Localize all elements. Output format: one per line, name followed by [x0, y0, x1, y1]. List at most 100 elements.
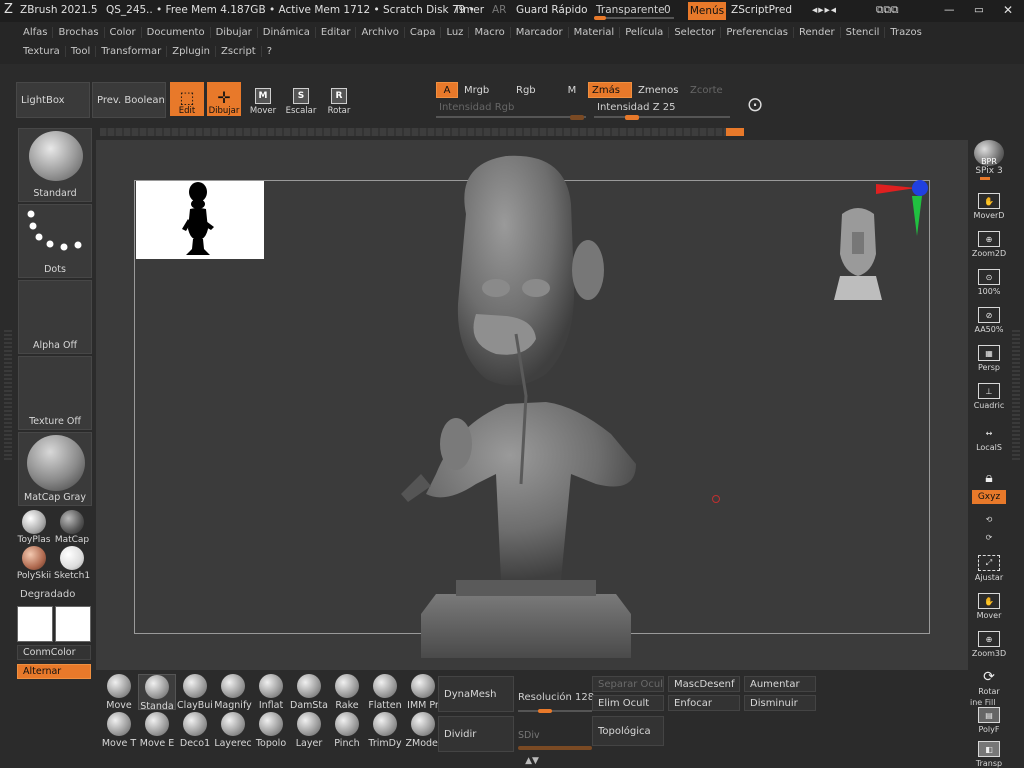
material-toyplastic[interactable]: ToyPlas [16, 508, 52, 545]
m-button[interactable]: M [560, 82, 584, 98]
transparency-button[interactable]: ◧ Transp [972, 734, 1006, 768]
zoom3d-button[interactable]: ⊕ Zoom3D [972, 624, 1006, 658]
close-icon[interactable]: ✕ [1003, 3, 1013, 17]
menu-item-zscript[interactable]: Zscript [215, 45, 261, 57]
brush-row2-1[interactable]: Move E [138, 712, 176, 748]
brush-row2-2[interactable]: Deco1 [176, 712, 214, 748]
brush-row2-3[interactable]: Layerec [214, 712, 252, 748]
maximize-icon[interactable]: ▭ [974, 4, 984, 16]
material-thumbnail[interactable]: MatCap Gray [18, 432, 92, 506]
edit-button[interactable]: ⬚ Edit [170, 82, 204, 116]
menu-item-luz[interactable]: Luz [440, 26, 468, 38]
split-hidden-button[interactable]: Separar Ocult [592, 676, 664, 692]
transparent-slider[interactable]: Transparente 0 [592, 2, 682, 20]
spix-slider[interactable]: SPix 3 [972, 166, 1006, 180]
lock-button[interactable]: 🔒︎ [972, 454, 1006, 488]
rotate-z-button[interactable]: ⟳ [972, 526, 1006, 542]
brush-thumbnail[interactable]: Standard [18, 128, 92, 202]
menu-item-color[interactable]: Color [103, 26, 141, 38]
menu-item-documento[interactable]: Documento [140, 26, 210, 38]
minimize-icon[interactable]: — [944, 4, 955, 16]
mask-unmask-button[interactable]: MascDesenf [668, 676, 740, 692]
menu-item-selector[interactable]: Selector [668, 26, 720, 38]
material-polyskin[interactable]: PolySkii [16, 544, 52, 581]
window-layout-icon[interactable]: ⧉⧉⧉ [876, 4, 899, 17]
secondary-color-swatch[interactable] [55, 606, 91, 642]
brush-row2-5[interactable]: Layer [290, 712, 328, 748]
floor-grid-button[interactable]: ⊥ Cuadric [972, 376, 1006, 410]
rgb-button[interactable]: Rgb [512, 82, 556, 98]
scroll-doc-button[interactable]: ✋ MoverD [972, 186, 1006, 220]
tray-toggle-icon[interactable]: ▲▼ [520, 756, 544, 766]
brush-row2-6[interactable]: Pinch [328, 712, 366, 748]
menu-item-archivo[interactable]: Archivo [355, 26, 403, 38]
lightbox-button[interactable]: LightBox [16, 82, 90, 118]
menu-item-macro[interactable]: Macro [468, 26, 509, 38]
brush-row2-8[interactable]: ZModel [404, 712, 442, 748]
zsub-button[interactable]: Zmenos [638, 82, 684, 98]
timeline-marker[interactable] [726, 128, 744, 136]
zcut-button[interactable]: Zcorte [690, 82, 730, 98]
left-tray-handle[interactable] [4, 330, 12, 460]
brush-row1-2[interactable]: ClayBui [176, 674, 214, 710]
a-button[interactable]: A [436, 82, 458, 98]
local-symmetry-button[interactable]: ↔ LocalS [972, 418, 1006, 453]
menus-button[interactable]: Menús [688, 2, 726, 20]
focus-button[interactable]: Enfocar [668, 695, 740, 711]
frame-button[interactable]: ⤢ Ajustar [972, 548, 1006, 582]
rotate-y-button[interactable]: ⟲ [972, 508, 1006, 524]
brush-row2-0[interactable]: Move T [100, 712, 138, 748]
spotlight-icon[interactable]: ⊙ [740, 92, 770, 122]
zoom2d-button[interactable]: ⊕ Zoom2D [972, 224, 1006, 258]
mrgb-button[interactable]: Mrgb [460, 82, 508, 98]
gxyz-button[interactable]: Gxyz [972, 490, 1006, 504]
aa-half-button[interactable]: ⊘ AA50% [972, 300, 1006, 334]
material-matcap[interactable]: MatCap [54, 508, 90, 545]
document-canvas[interactable] [96, 140, 968, 670]
menu-item-tool[interactable]: Tool [64, 45, 95, 57]
rotate-button[interactable]: R Rotar [322, 82, 356, 116]
quicksave-button[interactable]: Guard Rápido [516, 4, 588, 16]
rgb-intensity-slider[interactable]: Intensidad Rgb [436, 100, 586, 120]
layout-arrows-icon[interactable]: ◂▸▸◂ [812, 4, 837, 16]
menu-item-capa[interactable]: Capa [403, 26, 441, 38]
menu-item-textura[interactable]: Textura [18, 46, 65, 57]
menu-item-marcador[interactable]: Marcador [509, 26, 568, 38]
resolution-slider[interactable]: Resolución 128 [518, 692, 594, 713]
brush-row1-5[interactable]: DamSta [290, 674, 328, 710]
brush-row1-0[interactable]: Move [100, 674, 138, 710]
brush-row1-8[interactable]: IMM Pr [404, 674, 442, 710]
alpha-thumbnail[interactable]: Alpha Off [18, 280, 92, 354]
move3d-button[interactable]: ✋ Mover [972, 586, 1006, 620]
brush-row1-1[interactable]: Standa [138, 674, 176, 710]
stroke-thumbnail[interactable]: Dots [18, 204, 92, 278]
menu-item-editar[interactable]: Editar [314, 26, 356, 38]
menu-item-[interactable]: ? [260, 45, 277, 57]
dynamesh-button[interactable]: DynaMesh [438, 676, 514, 712]
switch-color-button[interactable]: Alternar [17, 664, 91, 679]
z-intensity-slider[interactable]: Intensidad Z 25 [594, 100, 730, 120]
menu-item-trazos[interactable]: Trazos [884, 26, 926, 38]
brush-row1-3[interactable]: Magnify [214, 674, 252, 710]
delete-hidden-button[interactable]: Elim Ocult [592, 695, 664, 711]
menu-item-alfas[interactable]: Alfas [18, 27, 52, 38]
menu-item-dibujar[interactable]: Dibujar [209, 26, 257, 38]
timeline-strip[interactable] [100, 128, 744, 136]
axis-gizmo-icon[interactable] [872, 176, 932, 240]
brush-row2-7[interactable]: TrimDy [366, 712, 404, 748]
topological-button[interactable]: Topológica [592, 716, 664, 746]
rotate3d-button[interactable]: ⟳ Rotar [972, 662, 1006, 696]
menu-item-transformar[interactable]: Transformar [95, 45, 166, 57]
brush-row1-6[interactable]: Rake [328, 674, 366, 710]
prev-boolean-button[interactable]: Prev. Booleana [92, 82, 166, 118]
menu-item-preferencias[interactable]: Preferencias [720, 26, 793, 38]
zadd-button[interactable]: Zmás [588, 82, 632, 98]
texture-thumbnail[interactable]: Texture Off [18, 356, 92, 430]
polyframe-button[interactable]: ▤ PolyF [972, 700, 1006, 734]
move-button[interactable]: M Mover [246, 82, 280, 116]
sdiv-slider[interactable]: SDiv [518, 730, 594, 750]
menu-item-stencil[interactable]: Stencil [839, 26, 885, 38]
shrink-button[interactable]: Disminuir [744, 695, 816, 711]
menu-item-zplugin[interactable]: Zplugin [166, 45, 215, 57]
zscript-pred-button[interactable]: ZScriptPred [731, 4, 792, 16]
